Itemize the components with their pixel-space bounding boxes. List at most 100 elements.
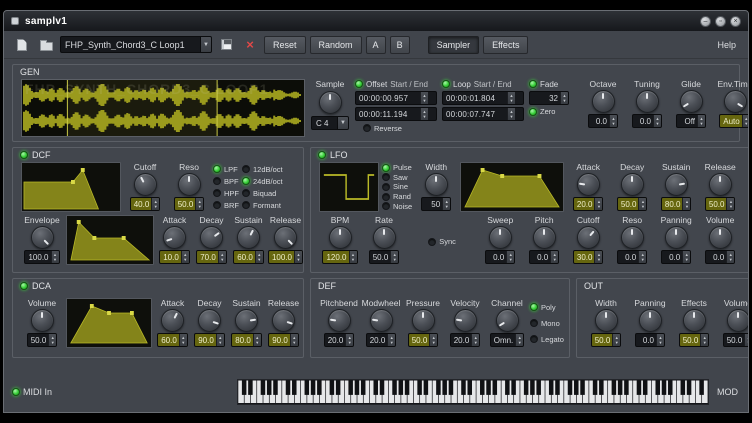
- reso-value-spinbox[interactable]: 0.0: [617, 250, 647, 264]
- spin-up-down-arrows[interactable]: [726, 251, 734, 263]
- pitchbend-knob-dial[interactable]: [328, 309, 351, 332]
- loop-end-spinbox[interactable]: 00:00:07.747: [442, 107, 524, 121]
- saw-radio[interactable]: Saw: [382, 173, 412, 182]
- delete-preset-button[interactable]: [240, 35, 260, 55]
- sync-checkbox[interactable]: Sync: [428, 237, 456, 246]
- volume-knob-dial[interactable]: [727, 309, 750, 332]
- hpf-radio[interactable]: HPF: [213, 189, 239, 198]
- velocity-knob-dial[interactable]: [454, 309, 477, 332]
- bpm-knob-dial[interactable]: [329, 226, 352, 249]
- pressure-knob-dial[interactable]: [412, 309, 435, 332]
- spin-up-down-arrows[interactable]: [420, 92, 428, 104]
- panning-value-spinbox[interactable]: 0.0: [635, 333, 665, 347]
- spin-up-down-arrows[interactable]: [612, 334, 620, 346]
- spin-up-down-arrows[interactable]: [253, 334, 261, 346]
- 12db-oct-radio[interactable]: 12dB/oct: [242, 165, 283, 174]
- spin-up-down-arrows[interactable]: [515, 334, 523, 346]
- spin-up-down-arrows[interactable]: [349, 251, 357, 263]
- sustain-knob-dial[interactable]: [235, 309, 258, 332]
- env-time-knob-dial[interactable]: [724, 90, 747, 113]
- dca-envelope-display[interactable]: [66, 298, 152, 348]
- pitch-knob-dial[interactable]: [533, 226, 556, 249]
- spin-up-down-arrows[interactable]: [255, 251, 263, 263]
- random-button[interactable]: Random: [310, 36, 362, 54]
- glide-value-spinbox[interactable]: Off: [676, 114, 706, 128]
- spin-up-down-arrows[interactable]: [638, 251, 646, 263]
- width-knob-dial[interactable]: [595, 309, 618, 332]
- dcf-envelope-display[interactable]: [66, 215, 154, 265]
- open-preset-button[interactable]: [36, 35, 56, 55]
- pitch-value-spinbox[interactable]: 0.0: [529, 250, 559, 264]
- zero-checkbox[interactable]: Zero: [529, 107, 577, 116]
- effects-value-spinbox[interactable]: 50.0: [679, 333, 710, 347]
- release-value-spinbox[interactable]: 90.0: [268, 333, 299, 347]
- rate-knob-dial[interactable]: [373, 226, 396, 249]
- save-preset-button[interactable]: [216, 35, 236, 55]
- spin-up-down-arrows[interactable]: [682, 198, 690, 210]
- lfo-wave-display[interactable]: [319, 162, 379, 212]
- decay-knob-dial[interactable]: [621, 173, 644, 196]
- close-button[interactable]: [730, 16, 741, 27]
- release-knob-dial[interactable]: [272, 309, 295, 332]
- spin-up-down-arrows[interactable]: [656, 334, 664, 346]
- compare-b-button[interactable]: B: [390, 36, 410, 54]
- panning-knob-dial[interactable]: [665, 226, 688, 249]
- spin-up-down-arrows[interactable]: [429, 334, 437, 346]
- bpf-radio[interactable]: BPF: [213, 177, 239, 186]
- minimize-button[interactable]: [700, 16, 711, 27]
- volume-knob-dial[interactable]: [709, 226, 732, 249]
- spin-up-down-arrows[interactable]: [594, 198, 602, 210]
- release-value-spinbox[interactable]: 50.0: [705, 197, 736, 211]
- reso-knob-dial[interactable]: [178, 173, 201, 196]
- volume-value-spinbox[interactable]: 0.0: [705, 250, 735, 264]
- biquad-radio[interactable]: Biquad: [242, 189, 283, 198]
- spin-up-down-arrows[interactable]: [179, 334, 187, 346]
- octave-knob-dial[interactable]: [592, 90, 615, 113]
- piano-keyboard[interactable]: [237, 379, 709, 405]
- spin-up-down-arrows[interactable]: [471, 334, 479, 346]
- spin-up-down-arrows[interactable]: [151, 198, 159, 210]
- cutoff-knob-dial[interactable]: [577, 226, 600, 249]
- spin-up-down-arrows[interactable]: [420, 108, 428, 120]
- sample-note-combo[interactable]: C 4: [311, 116, 349, 130]
- glide-knob-dial[interactable]: [680, 90, 703, 113]
- spin-up-down-arrows[interactable]: [507, 108, 515, 120]
- spin-up-down-arrows[interactable]: [195, 198, 203, 210]
- reset-button[interactable]: Reset: [264, 36, 306, 54]
- sustain-value-spinbox[interactable]: 80.0: [661, 197, 692, 211]
- tab-sampler[interactable]: Sampler: [428, 36, 480, 54]
- loop-start-spinbox[interactable]: 00:00:01.804: [442, 91, 524, 105]
- spin-up-down-arrows[interactable]: [638, 198, 646, 210]
- reso-knob-dial[interactable]: [621, 226, 644, 249]
- titlebar[interactable]: samplv1: [4, 11, 748, 31]
- mod-button[interactable]: MOD: [717, 387, 738, 397]
- cutoff-knob-dial[interactable]: [134, 173, 157, 196]
- spin-up-down-arrows[interactable]: [744, 334, 749, 346]
- attack-knob-dial[interactable]: [163, 226, 186, 249]
- spin-up-down-arrows[interactable]: [700, 334, 708, 346]
- lfo-envelope-display[interactable]: [460, 162, 564, 212]
- help-button[interactable]: Help: [713, 38, 740, 52]
- offset-start-spinbox[interactable]: 00:00:00.957: [355, 91, 437, 105]
- octave-value-spinbox[interactable]: 0.0: [588, 114, 618, 128]
- sample-waveform-display[interactable]: FHP_SYNTH_CHORD3_C LOOP1: [21, 79, 305, 137]
- volume-value-spinbox[interactable]: 50.0: [723, 333, 749, 347]
- spin-up-down-arrows[interactable]: [390, 251, 398, 263]
- compare-a-button[interactable]: A: [366, 36, 386, 54]
- env-time-value-spinbox[interactable]: Auto: [719, 114, 749, 128]
- preset-combo[interactable]: FHP_Synth_Chord3_C Loop1: [60, 36, 212, 53]
- brf-radio[interactable]: BRF: [213, 201, 239, 210]
- legato-radio[interactable]: Legato: [530, 335, 564, 344]
- velocity-value-spinbox[interactable]: 20.0: [450, 333, 481, 347]
- pulse-radio[interactable]: Pulse: [382, 163, 412, 172]
- volume-value-spinbox[interactable]: 50.0: [27, 333, 58, 347]
- spin-up-down-arrows[interactable]: [609, 115, 617, 127]
- rand-radio[interactable]: Rand: [382, 192, 412, 201]
- dca-led[interactable]: [20, 282, 28, 290]
- release-knob-dial[interactable]: [274, 226, 297, 249]
- panning-knob-dial[interactable]: [639, 309, 662, 332]
- spin-up-down-arrows[interactable]: [594, 251, 602, 263]
- attack-knob-dial[interactable]: [161, 309, 184, 332]
- sustain-knob-dial[interactable]: [237, 226, 260, 249]
- noise-radio[interactable]: Noise: [382, 202, 412, 211]
